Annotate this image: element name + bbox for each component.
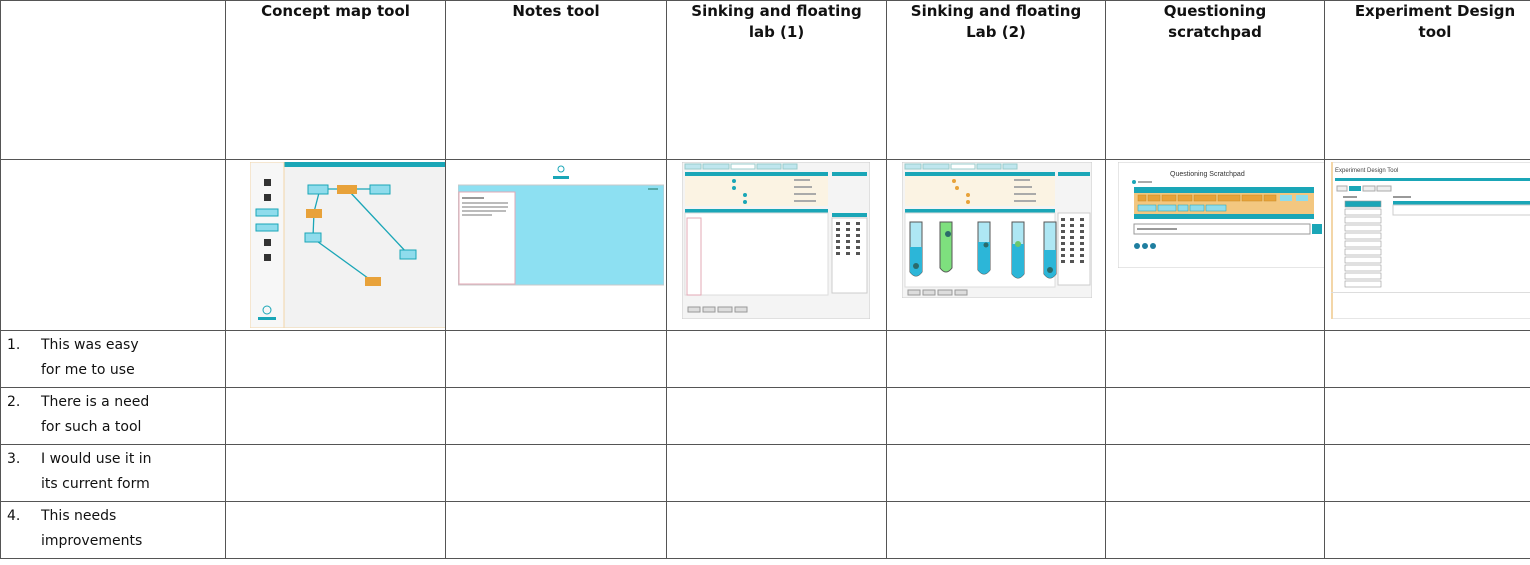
answer-cell[interactable] — [225, 444, 446, 502]
notes-screenshot-cell — [445, 159, 667, 331]
answer-cell[interactable] — [1105, 387, 1325, 445]
screenshot-row: Questioning Scratchpad Experiment Design… — [0, 159, 1530, 331]
experiment-design-screenshot: Experiment Design Tool — [1331, 162, 1530, 319]
sinking-floating-2-screenshot — [902, 162, 1092, 298]
answer-cell[interactable] — [225, 387, 446, 445]
header-notes: Notes tool — [445, 0, 667, 160]
question-row-1: 1. This was easy for me to use — [0, 330, 1530, 388]
question-3: 3. I would use it in its current form — [0, 444, 226, 502]
question-row-4: 4. This needs improvements — [0, 501, 1530, 559]
answer-cell[interactable] — [445, 330, 667, 388]
answer-cell[interactable] — [225, 330, 446, 388]
answer-cell[interactable] — [1324, 330, 1530, 388]
evaluation-table: Concept map tool Notes tool Sinking and … — [0, 0, 1530, 559]
answer-cell[interactable] — [1105, 501, 1325, 559]
questioning-screenshot: Questioning Scratchpad — [1118, 162, 1324, 268]
answer-cell[interactable] — [445, 444, 667, 502]
header-sinking-floating-1: Sinking and floating lab (1) — [666, 0, 887, 160]
answer-cell[interactable] — [886, 501, 1106, 559]
notes-screenshot — [458, 162, 664, 286]
question-1: 1. This was easy for me to use — [0, 330, 226, 388]
answer-cell[interactable] — [666, 501, 887, 559]
answer-cell[interactable] — [666, 444, 887, 502]
header-row: Concept map tool Notes tool Sinking and … — [0, 0, 1530, 160]
question-row-3: 3. I would use it in its current form — [0, 444, 1530, 502]
header-sinking-floating-2: Sinking and floating Lab (2) — [886, 0, 1106, 160]
sinking-floating-1-screenshot — [682, 162, 870, 319]
screenshot-empty-cell — [0, 159, 226, 331]
answer-cell[interactable] — [666, 387, 887, 445]
answer-cell[interactable] — [1324, 387, 1530, 445]
answer-cell[interactable] — [1324, 444, 1530, 502]
answer-cell[interactable] — [445, 501, 667, 559]
questioning-title: Questioning Scratchpad — [1170, 171, 1245, 178]
answer-cell[interactable] — [666, 330, 887, 388]
header-concept-map: Concept map tool — [225, 0, 446, 160]
concept-map-screenshot-cell — [225, 159, 446, 331]
questioning-screenshot-cell: Questioning Scratchpad — [1105, 159, 1325, 331]
corner-cell — [0, 0, 226, 160]
answer-cell[interactable] — [886, 330, 1106, 388]
header-questioning: Questioning scratchpad — [1105, 0, 1325, 160]
experiment-design-screenshot-cell: Experiment Design Tool — [1324, 159, 1530, 331]
concept-map-screenshot — [250, 162, 445, 328]
design-title: Experiment Design Tool — [1335, 168, 1398, 174]
answer-cell[interactable] — [1105, 444, 1325, 502]
answer-cell[interactable] — [886, 444, 1106, 502]
header-experiment-design: Experiment Design tool — [1324, 0, 1530, 160]
answer-cell[interactable] — [1324, 501, 1530, 559]
answer-cell[interactable] — [445, 387, 667, 445]
question-row-2: 2. There is a need for such a tool — [0, 387, 1530, 445]
question-2: 2. There is a need for such a tool — [0, 387, 226, 445]
sinking-floating-1-screenshot-cell — [666, 159, 887, 331]
question-4: 4. This needs improvements — [0, 501, 226, 559]
sinking-floating-2-screenshot-cell — [886, 159, 1106, 331]
answer-cell[interactable] — [1105, 330, 1325, 388]
answer-cell[interactable] — [886, 387, 1106, 445]
answer-cell[interactable] — [225, 501, 446, 559]
